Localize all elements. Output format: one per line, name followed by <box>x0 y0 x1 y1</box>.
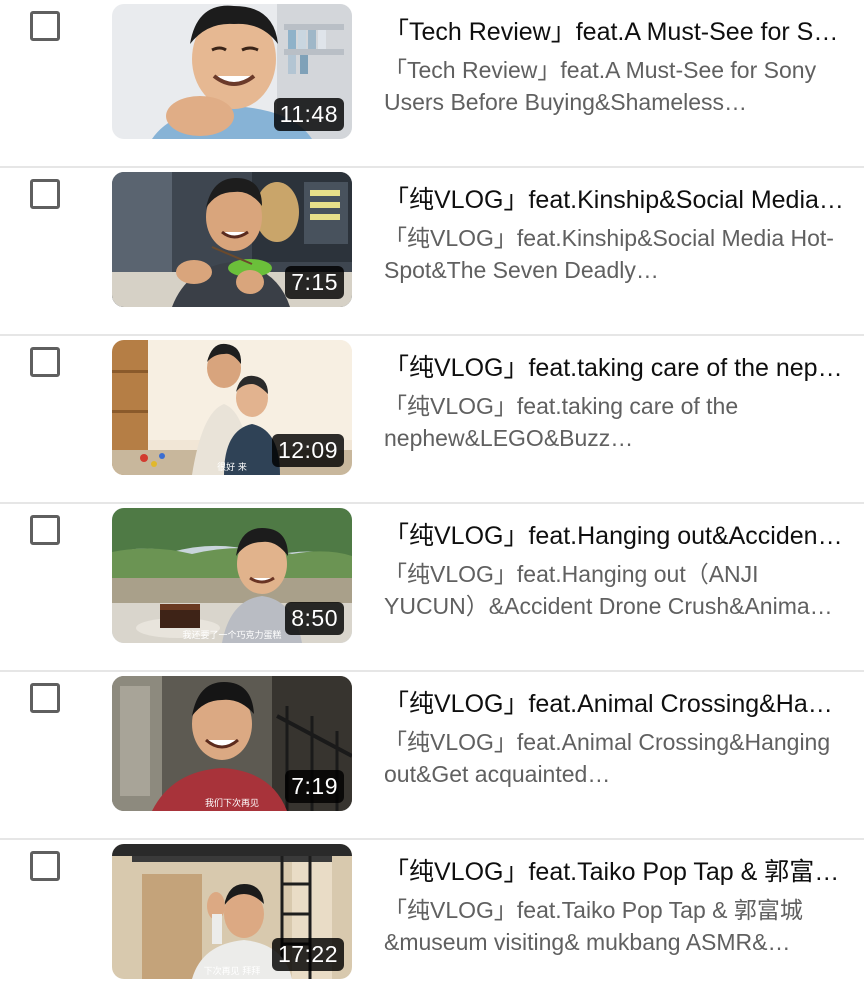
select-checkbox[interactable] <box>30 683 60 713</box>
list-item: 我还要了一个巧克力蛋糕 8:50 「纯VLOG」feat.Hanging out… <box>0 504 864 672</box>
video-meta: 「纯VLOG」feat.Taiko Pop Tap & 郭富城&museum v… <box>384 856 846 958</box>
video-description: 「纯VLOG」feat.taking care of the nephew&LE… <box>384 393 739 451</box>
video-title[interactable]: 「纯VLOG」feat.Taiko Pop Tap & 郭富城&museum v… <box>384 856 846 888</box>
select-checkbox[interactable] <box>30 11 60 41</box>
video-meta: 「纯VLOG」feat.Animal Crossing&Hanging out&… <box>384 688 846 790</box>
video-meta: 「纯VLOG」feat.taking care of the nephew&LE… <box>384 352 846 454</box>
list-item: 7:15 「纯VLOG」feat.Kinship&Social Media Ho… <box>0 168 864 336</box>
video-title[interactable]: 「Tech Review」feat.A Must-See for Sony Us… <box>384 16 846 48</box>
video-description: 「纯VLOG」feat.Animal Crossing&Hanging out&… <box>384 729 831 787</box>
video-description: 「纯VLOG」feat.Kinship&Social Media Hot-Spo… <box>384 225 834 283</box>
select-checkbox[interactable] <box>30 515 60 545</box>
video-title[interactable]: 「纯VLOG」feat.taking care of the nephew&LE… <box>384 352 846 384</box>
video-thumbnail[interactable]: 11:48 <box>112 4 352 139</box>
list-item: 我们下次再见 7:19 「纯VLOG」feat.Animal Crossing&… <box>0 672 864 840</box>
video-meta: 「Tech Review」feat.A Must-See for Sony Us… <box>384 16 846 118</box>
thumbnail-caption: 我们下次再见 <box>205 797 259 809</box>
video-thumbnail[interactable]: 下次再见 拜拜 17:22 <box>112 844 352 979</box>
video-duration: 12:09 <box>271 434 344 467</box>
thumbnail-caption: 下次再见 拜拜 <box>204 965 261 977</box>
select-checkbox[interactable] <box>30 179 60 209</box>
video-thumbnail[interactable]: 7:15 <box>112 172 352 307</box>
video-thumbnail[interactable]: 我还要了一个巧克力蛋糕 8:50 <box>112 508 352 643</box>
video-thumbnail[interactable]: 很好 来 12:09 <box>112 340 352 475</box>
video-thumbnail[interactable]: 我们下次再见 7:19 <box>112 676 352 811</box>
video-duration: 7:15 <box>285 266 344 299</box>
video-duration: 11:48 <box>273 98 344 131</box>
video-description: 「纯VLOG」feat.Hanging out（ANJI YUCUN）&Acci… <box>384 561 833 619</box>
video-title[interactable]: 「纯VLOG」feat.Animal Crossing&Hanging out&… <box>384 688 846 720</box>
video-title[interactable]: 「纯VLOG」feat.Kinship&Social Media Hot-Spo… <box>384 184 846 216</box>
list-item: 11:48 「Tech Review」feat.A Must-See for S… <box>0 0 864 168</box>
list-item: 下次再见 拜拜 17:22 「纯VLOG」feat.Taiko Pop Tap … <box>0 840 864 1008</box>
video-description: 「纯VLOG」feat.Taiko Pop Tap & 郭富城 &museum … <box>384 897 803 955</box>
video-description: 「Tech Review」feat.A Must-See for Sony Us… <box>384 57 817 115</box>
select-checkbox[interactable] <box>30 347 60 377</box>
video-list: 11:48 「Tech Review」feat.A Must-See for S… <box>0 0 864 992</box>
video-title[interactable]: 「纯VLOG」feat.Hanging out&Accident Drone C… <box>384 520 846 552</box>
video-duration: 7:19 <box>285 770 344 803</box>
list-item: 很好 来 12:09 「纯VLOG」feat.taking care of th… <box>0 336 864 504</box>
video-meta: 「纯VLOG」feat.Hanging out&Accident Drone C… <box>384 520 846 622</box>
video-duration: 17:22 <box>271 938 344 971</box>
video-meta: 「纯VLOG」feat.Kinship&Social Media Hot-Spo… <box>384 184 846 286</box>
select-checkbox[interactable] <box>30 851 60 881</box>
thumbnail-caption: 很好 来 <box>217 461 247 473</box>
video-duration: 8:50 <box>285 602 344 635</box>
thumbnail-caption: 我还要了一个巧克力蛋糕 <box>182 629 281 641</box>
